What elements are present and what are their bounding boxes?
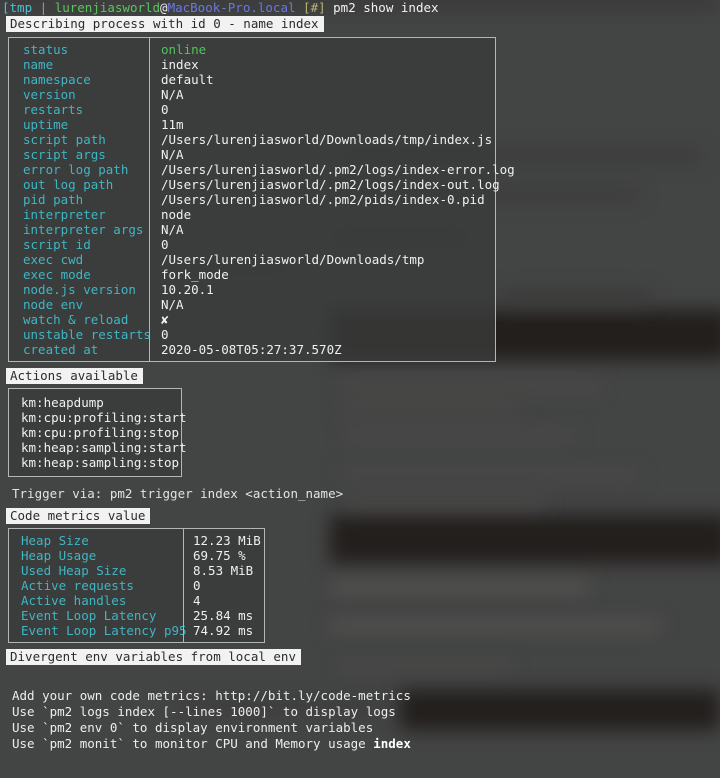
process-detail-value: node [161,207,192,222]
code-metric-value: 25.84 ms [193,608,254,623]
process-detail-label: exec mode [23,267,91,282]
code-metric-label: Heap Size [21,533,89,548]
process-detail-value: index [161,57,199,72]
metrics-header: Code metrics value [6,508,151,524]
process-detail-value: /Users/lurenjiasworld/Downloads/tmp [161,252,425,267]
action-item[interactable]: km:heap:sampling:stop [21,455,181,470]
process-detail-label: script id [23,237,91,252]
process-detail-label: node.js version [23,282,136,297]
action-item[interactable]: km:heap:sampling:start [21,440,187,455]
process-detail-value: N/A [161,297,184,312]
process-detail-label: interpreter [23,207,106,222]
env-header-wrap: Divergent env variables from local env [0,649,720,666]
process-detail-value: 2020-05-08T05:27:37.570Z [161,342,342,357]
process-detail-value: N/A [161,222,184,237]
code-metric-label: Event Loop Latency p95 [21,623,187,638]
terminal-window[interactable]: [tmp | lurenjiasworld@MacBook-Pro.local … [0,0,720,778]
process-detail-value: 0 [161,237,169,252]
footer-hint-line: Add your own code metrics: http://bit.ly… [12,688,411,703]
code-metric-value: 8.53 MiB [193,563,254,578]
process-detail-value: /Users/lurenjiasworld/.pm2/logs/index-er… [161,162,515,177]
code-metrics-label-column: Heap Size Heap Usage Used Heap Size Active … [9,529,187,642]
process-detail-label: namespace [23,72,91,87]
process-detail-label: script args [23,147,106,162]
prompt-directory: [tmp [2,0,33,15]
process-detail-table-inner: status name namespace version restarts uptime… [9,38,515,361]
code-metric-value: 0 [193,578,201,593]
code-metric-value: 12.23 MiB [193,533,261,548]
process-detail-label-column: status name namespace version restarts uptime… [9,38,151,361]
process-detail-value: N/A [161,147,184,162]
code-metrics-table-inner: Heap Size Heap Usage Used Heap Size Active … [9,529,264,642]
prompt-username: lurenjiasworld [54,0,161,15]
process-detail-value: /Users/lurenjiasworld/.pm2/logs/index-ou… [161,177,500,192]
metrics-header-wrap: Code metrics value [0,508,720,525]
prompt-separator: | [32,0,55,15]
prompt-marker: [#] [295,0,334,15]
process-detail-value: /Users/lurenjiasworld/Downloads/tmp/inde… [161,132,493,147]
trigger-hint: Trigger via: pm2 trigger index <action_n… [12,486,344,501]
process-detail-value: /Users/lurenjiasworld/.pm2/pids/index-0.… [161,192,485,207]
process-detail-label: node env [23,297,84,312]
code-metric-label: Used Heap Size [21,563,127,578]
describe-header-wrap: Describing process with id 0 - name inde… [0,16,720,33]
process-detail-value: 0 [161,327,169,342]
process-detail-label: uptime [23,117,69,132]
footer-hint-lines: Add your own code metrics: http://bit.ly… [12,688,720,736]
process-detail-label: name [23,57,54,72]
process-detail-label: restarts [23,102,84,117]
action-item[interactable]: km:cpu:profiling:start [21,410,187,425]
process-detail-value: 11m [161,117,184,132]
action-item[interactable]: km:cpu:profiling:stop [21,425,181,440]
process-detail-label: version [23,87,76,102]
code-metric-label: Heap Usage [21,548,97,563]
code-metrics-value-column: 12.23 MiB 69.75 % 8.53 MiB 0 4 25.84 ms 74.92 … [183,529,269,642]
process-detail-value: 0 [161,102,169,117]
code-metric-value: 74.92 ms [193,623,254,638]
footer-hint-monit: Use `pm2 monit` to monitor CPU and Memor… [12,736,720,752]
describe-header: Describing process with id 0 - name inde… [6,16,324,32]
action-item[interactable]: km:heapdump [21,395,181,410]
process-detail-label: created at [23,342,99,357]
code-metrics-table: Heap Size Heap Usage Used Heap Size Active … [8,528,265,643]
code-metric-label: Event Loop Latency [21,608,157,623]
code-metric-label: Active handles [21,593,127,608]
prompt-at-symbol: @ [160,0,168,15]
footer-hint-line: Use `pm2 logs index [--lines 1000]` to d… [12,704,396,719]
actions-header: Actions available [6,368,143,384]
process-detail-label: exec cwd [23,252,84,267]
process-detail-label: unstable restarts [23,327,151,342]
process-detail-value: ✘ [161,312,169,327]
process-detail-value: fork_mode [161,267,229,282]
process-detail-value-column: online index default N/A 0 11m/Users/lurenjia… [149,38,523,361]
process-detail-label: script path [23,132,106,147]
footer-hint-line: Use `pm2 env 0` to display environment v… [12,720,374,735]
code-metric-label: Active requests [21,578,134,593]
divergent-env-header: Divergent env variables from local env [6,649,301,665]
code-metric-value: 4 [193,593,201,608]
footer-hint-process-name: index [373,736,411,751]
process-detail-table: status name namespace version restarts uptime… [8,37,515,362]
code-metric-value: 69.75 % [193,548,246,563]
actions-available-box: km:heapdump km:cpu:profiling:start km:cpu:… [8,388,187,477]
process-detail-label: error log path [23,162,129,177]
process-detail-label: interpreter args [23,222,144,237]
actions-list: km:heapdump km:cpu:profiling:start km:cpu:… [9,389,187,476]
process-detail-value: online [161,42,207,57]
footer-hint-monit-text: Use `pm2 monit` to monitor CPU and Memor… [12,736,374,751]
process-detail-label: watch & reload [23,312,129,327]
shell-prompt-line: [tmp | lurenjiasworld@MacBook-Pro.local … [0,0,720,16]
process-detail-value: default [161,72,214,87]
process-detail-label: status [23,42,69,57]
prompt-command: pm2 show index [333,0,439,15]
process-detail-value: 10.20.1 [161,282,214,297]
process-detail-label: pid path [23,192,84,207]
prompt-hostname: MacBook-Pro.local [167,0,296,15]
process-detail-value: N/A [161,87,184,102]
actions-header-wrap: Actions available [0,368,720,385]
process-detail-label: out log path [23,177,114,192]
footer-hints: Add your own code metrics: http://bit.ly… [0,688,720,752]
